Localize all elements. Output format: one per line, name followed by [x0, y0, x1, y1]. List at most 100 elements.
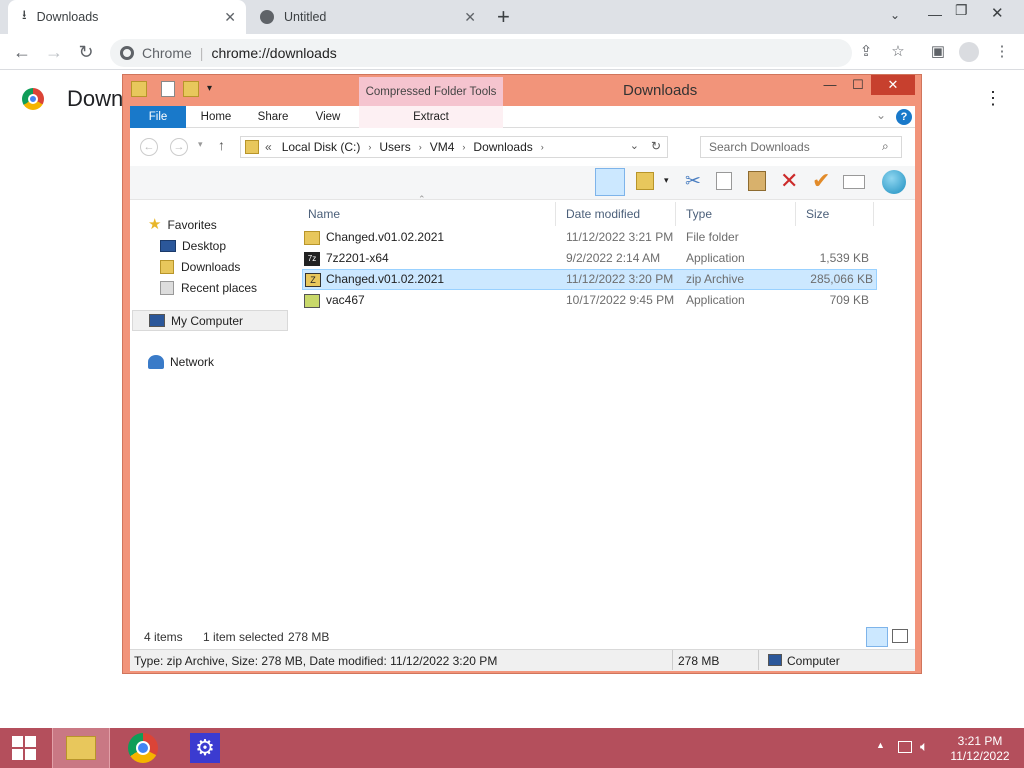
breadcrumb-local-disk[interactable]: Local Disk (C:) — [282, 140, 361, 154]
organize-dropdown-icon[interactable]: ▾ — [664, 175, 669, 186]
tab-untitled[interactable]: Untitled ✕ — [246, 0, 486, 34]
file-row[interactable]: vac467 10/17/2022 9:45 PM Application 70… — [298, 290, 873, 311]
address-bar[interactable]: « Local Disk (C:) › Users › VM4 › Downlo… — [240, 136, 668, 158]
file-row[interactable]: Changed.v01.02.2021 11/12/2022 3:21 PM F… — [298, 227, 873, 248]
address-overflow-icon[interactable]: « — [265, 140, 272, 154]
profile-avatar-icon[interactable] — [959, 42, 979, 62]
nav-label: Desktop — [182, 239, 227, 253]
explorer-titlebar: ▾ Compressed Folder Tools Downloads — ☐ … — [123, 75, 921, 107]
tab-home[interactable]: Home — [192, 106, 240, 128]
nav-my-computer[interactable]: My Computer — [132, 310, 288, 331]
new-tab-button[interactable]: + — [497, 4, 510, 30]
file-row[interactable]: 7z 7z2201-x64 9/2/2022 2:14 AM Applicati… — [298, 248, 873, 269]
copy-icon[interactable] — [716, 172, 732, 190]
taskbar-settings-app[interactable]: ⚙ — [176, 728, 234, 768]
details-view-icon[interactable] — [866, 627, 888, 647]
delete-icon[interactable]: ✕ — [780, 168, 798, 194]
taskbar-chrome[interactable] — [114, 728, 172, 768]
address-history-chevron-icon[interactable]: ⌄ — [630, 139, 639, 152]
breadcrumb-downloads[interactable]: Downloads — [473, 140, 532, 154]
breadcrumb-chevron-icon[interactable]: › — [368, 142, 371, 152]
preview-pane-icon[interactable] — [595, 168, 625, 196]
organize-folder-icon[interactable] — [636, 172, 654, 190]
taskbar: ⚙ ▲ 🔈︎ — [0, 728, 1024, 768]
large-icons-view-icon[interactable] — [892, 629, 908, 643]
search-input[interactable]: Search Downloads — [700, 136, 902, 158]
file-name: 7z2201-x64 — [326, 251, 389, 265]
omnibox-site: Chrome — [142, 45, 192, 61]
properties-icon[interactable] — [161, 81, 175, 97]
share-icon[interactable]: ⇪ — [854, 40, 878, 64]
rename-icon[interactable] — [843, 175, 865, 189]
tab-downloads[interactable]: ⭳ Downloads ✕ — [8, 0, 246, 34]
column-header-size[interactable]: Size — [796, 202, 874, 226]
up-arrow-icon[interactable]: ↑ — [218, 137, 225, 153]
nav-network[interactable]: Network — [148, 352, 214, 372]
minimize-icon[interactable]: — — [815, 75, 845, 95]
item-count: 4 items — [144, 630, 183, 644]
show-hidden-icons-icon[interactable]: ▲ — [876, 740, 885, 750]
close-window-icon[interactable]: ✕ — [991, 4, 1004, 22]
taskbar-file-explorer[interactable] — [52, 728, 110, 768]
cut-icon[interactable]: ✂ — [685, 170, 701, 193]
paste-icon[interactable] — [748, 171, 766, 191]
ribbon-tabs: File Home Share View Extract ⌄ ? — [130, 106, 915, 128]
folder-icon — [304, 231, 320, 245]
new-folder-icon[interactable] — [183, 81, 199, 97]
chrome-logo-icon — [128, 733, 158, 763]
back-arrow-icon[interactable]: ← — [140, 138, 158, 156]
chrome-menu-icon[interactable]: ⋮ — [990, 40, 1014, 64]
breadcrumb-vm4[interactable]: VM4 — [430, 140, 455, 154]
column-header-type[interactable]: Type — [676, 202, 796, 226]
downloads-menu-icon[interactable]: ⋮ — [984, 88, 1002, 109]
nav-downloads[interactable]: Downloads — [160, 257, 240, 277]
address-row: ← → ▾ ↑ « Local Disk (C:) › Users › VM4 … — [130, 128, 915, 166]
tab-search-chevron-icon[interactable]: ⌄ — [890, 8, 900, 22]
refresh-icon[interactable]: ↻ — [651, 139, 661, 153]
restore-icon[interactable]: ❐ — [955, 2, 968, 19]
nav-label: Downloads — [181, 260, 241, 274]
forward-arrow-icon[interactable]: → — [42, 40, 66, 64]
explorer-window: ▾ Compressed Folder Tools Downloads — ☐ … — [122, 74, 922, 674]
navigation-pane: ★ Favorites Desktop Downloads Recent pla… — [130, 200, 290, 625]
omnibox[interactable]: Chrome | chrome://downloads — [110, 39, 852, 67]
minimize-icon[interactable]: — — [928, 6, 942, 22]
nav-label: My Computer — [171, 313, 244, 328]
close-tab-icon[interactable]: ✕ — [464, 9, 476, 26]
start-button[interactable] — [0, 728, 48, 768]
recent-locations-chevron-icon[interactable]: ▾ — [198, 139, 203, 150]
nav-favorites[interactable]: ★ Favorites — [148, 215, 217, 235]
breadcrumb-users[interactable]: Users — [379, 140, 410, 154]
tab-file[interactable]: File — [130, 106, 186, 128]
reload-icon[interactable]: ↻ — [74, 40, 98, 64]
checkmark-icon[interactable]: ✔ — [812, 168, 830, 194]
breadcrumb-chevron-icon[interactable]: › — [419, 142, 422, 152]
back-arrow-icon[interactable]: ← — [10, 40, 34, 64]
tab-share[interactable]: Share — [250, 106, 296, 128]
close-window-button[interactable]: ✕ — [871, 75, 915, 95]
breadcrumb-chevron-icon[interactable]: › — [541, 142, 544, 152]
file-row-selected[interactable]: Z Changed.v01.02.2021 11/12/2022 3:20 PM… — [302, 269, 877, 290]
help-icon[interactable]: ? — [896, 109, 912, 125]
side-panel-icon[interactable]: ▣ — [926, 40, 950, 64]
search-icon: ⌕ — [882, 139, 889, 153]
omnibox-url: chrome://downloads — [211, 45, 337, 61]
file-type: zip Archive — [686, 272, 745, 286]
volume-icon[interactable]: 🔈︎ — [920, 738, 928, 755]
maximize-icon[interactable]: ☐ — [843, 75, 873, 95]
nav-recent-places[interactable]: Recent places — [160, 278, 257, 298]
taskbar-clock[interactable]: 3:21 PM 11/12/2022 — [940, 734, 1020, 764]
forward-arrow-icon[interactable]: → — [170, 138, 188, 156]
tab-extract[interactable]: Extract — [359, 106, 503, 128]
bookmark-star-icon[interactable]: ☆ — [886, 40, 910, 64]
column-header-date-modified[interactable]: Date modified — [556, 202, 676, 226]
column-header-name[interactable]: Name — [298, 202, 556, 226]
breadcrumb-chevron-icon[interactable]: › — [462, 142, 465, 152]
nav-desktop[interactable]: Desktop — [160, 236, 226, 256]
ribbon-collapse-chevron-icon[interactable]: ⌄ — [876, 108, 886, 122]
network-tray-icon[interactable] — [898, 741, 912, 753]
close-tab-icon[interactable]: ✕ — [224, 9, 236, 26]
tab-view[interactable]: View — [306, 106, 350, 128]
globe-icon[interactable] — [882, 170, 906, 194]
quick-access-dropdown-icon[interactable]: ▾ — [207, 83, 212, 94]
